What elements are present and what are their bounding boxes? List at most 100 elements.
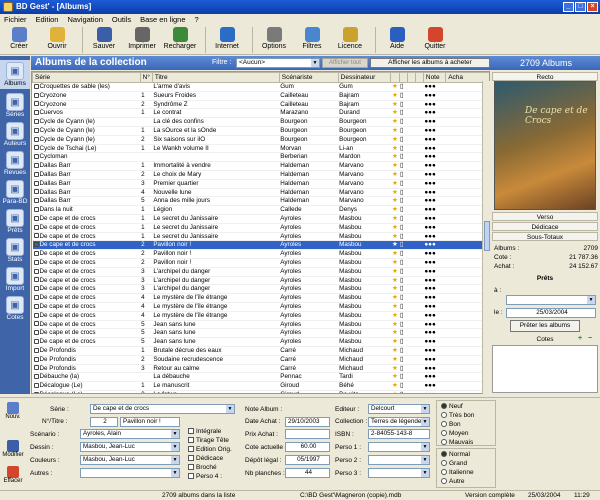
sidebar-item-7[interactable]: ▣ Import (6, 267, 24, 292)
table-row[interactable]: Dans la nuit1LégionCalledeDenys★▯●●●15 (32, 205, 489, 215)
format-radio-0[interactable]: Normal (441, 451, 470, 458)
integrale-checkbox[interactable]: Intégrale (188, 428, 221, 435)
toolbar-button-8[interactable]: Licence (333, 25, 367, 50)
etat-radio-3[interactable]: Moyen (441, 430, 469, 437)
table-row[interactable]: De cape et de crocs 5 Jean sans lune Ayrole… (32, 337, 489, 347)
table-row[interactable]: Dallas Barr 2 Le choix de Mary Haldeman Marv… (32, 170, 489, 180)
tab-recto[interactable]: Recto (492, 72, 598, 81)
perso4-checkbox[interactable]: Perso 4 : (188, 473, 222, 480)
column-icon-header[interactable] (390, 72, 400, 83)
table-row[interactable]: Cuervos1Le contratMarazanoDurand★▯●●●18 (32, 108, 489, 119)
perso3-select[interactable]: ▼ (368, 468, 430, 478)
perso1-select[interactable]: ▼ (368, 442, 430, 452)
lend-albums-button[interactable]: Prêter les albums (510, 320, 580, 332)
column-icon-header[interactable] (406, 72, 416, 83)
show-albums-to-buy-button[interactable]: Afficher les albums à acheter (370, 58, 490, 68)
column-icon-header[interactable] (398, 72, 408, 83)
new-button[interactable]: Nouv. (2, 402, 24, 420)
sidebar-item-8[interactable]: ▣ Cotes (6, 296, 24, 321)
table-row[interactable]: Cryozone 1 Sueurs Froides Cailleteau Bajram ★… (32, 91, 489, 101)
dessin-select[interactable]: Masbou, Jean-Luc ▼ (80, 442, 180, 452)
table-row[interactable]: Cycle de Cyann (le) 1 La sOurce et la sOnd… (32, 126, 489, 136)
etat-radio-0[interactable]: Neuf (441, 403, 463, 410)
tab-dedicace[interactable]: Dédicace (492, 222, 598, 231)
table-row[interactable]: De cape et de crocs 2 Pavillon noir ! Ayrol… (32, 249, 489, 259)
table-row[interactable]: Cycle de Tschai (Le) 1 Le Wankh volume II M… (32, 144, 489, 154)
menu-item-4[interactable]: Base en ligne (140, 14, 185, 25)
depot-legal-field[interactable]: 05/1997 (285, 455, 330, 465)
menu-item-2[interactable]: Navigation (67, 14, 102, 25)
delete-button[interactable]: Effacer (2, 466, 24, 484)
toolbar-button-9[interactable]: Aide (380, 25, 414, 50)
toolbar-button-2[interactable]: Sauver (87, 25, 121, 50)
table-row[interactable]: De cape et de crocs 3 L'archipel du danger… (32, 284, 489, 295)
column-header[interactable]: N° (139, 72, 153, 83)
album-title-field[interactable]: Pavillon noir ! (120, 417, 180, 427)
toolbar-button-5[interactable]: Internet (210, 25, 244, 50)
sidebar-item-5[interactable]: ▣ Prêts (6, 209, 24, 234)
sidebar-item-4[interactable]: ▣ Para-BD (3, 180, 27, 205)
format-radio-1[interactable]: Grand (441, 460, 467, 467)
sidebar-item-3[interactable]: ▣ Revues (4, 151, 26, 176)
table-row[interactable]: De cape et de crocs 3 L'archipel du danger… (32, 276, 489, 286)
perso2-select[interactable]: ▼ (368, 455, 430, 465)
menu-item-3[interactable]: Outils (112, 14, 131, 25)
menu-item-5[interactable]: ? (195, 14, 199, 25)
column-header[interactable]: Scénariste (278, 72, 339, 83)
tab-sous-totaux[interactable]: Sous-Totaux (492, 232, 598, 241)
table-row[interactable]: Croquettes de sable (les) L'arme d'avis Gu… (32, 82, 489, 92)
broche-checkbox[interactable]: Broché (188, 464, 217, 471)
add-cote-icon[interactable]: + (578, 335, 582, 342)
sidebar-item-1[interactable]: ▣ Séries (6, 93, 24, 118)
table-row[interactable]: Dallas Barr 4 Nouvelle lune Haldeman Marvano… (32, 188, 489, 198)
table-row[interactable]: Débauche (la) La débauche Pennac Tardi ★ ▯ ●●●… (32, 372, 489, 383)
format-radio-3[interactable]: Autre (441, 478, 465, 485)
toolbar-button-7[interactable]: Filtres (295, 25, 329, 50)
tab-verso[interactable]: Verso (492, 212, 598, 221)
table-row[interactable]: Dallas Barr 1 Immortalité à vendre Haldeman… (32, 161, 489, 171)
sidebar-item-6[interactable]: ▣ Stats (6, 238, 24, 263)
couleurs-select[interactable]: Masbou, Jean-Luc ▼ (80, 455, 180, 465)
menu-item-0[interactable]: Fichier (4, 14, 27, 25)
toolbar-button-0[interactable]: Créer (2, 25, 36, 50)
table-row[interactable]: Dallas Barr 3 Premier quartier Haldeman Marv… (32, 179, 489, 189)
etat-radio-1[interactable]: Très bon (441, 412, 474, 419)
column-header[interactable]: Dessinateur (337, 72, 392, 83)
show-all-button[interactable]: Afficher tout (322, 58, 368, 68)
minimize-button[interactable]: _ (563, 2, 574, 12)
table-row[interactable]: De cape et de crocs 5 Jean sans lune Ayrole… (32, 328, 489, 339)
nb-planches-field[interactable]: 44 (285, 468, 330, 478)
column-header[interactable]: Note (422, 72, 447, 83)
table-row[interactable]: De cape et de crocs 1 Le secret du Janissa… (32, 223, 489, 233)
scenario-select[interactable]: Ayroles, Alain ▼ (80, 429, 180, 439)
table-row[interactable]: Cycle de Cyann (le) 2 Six saisons sur ilO B… (32, 135, 489, 145)
date-achat-field[interactable]: 29/10/2003 (285, 417, 330, 427)
table-row[interactable]: De Profondis 3 Retour au calme Carré Michaud… (32, 364, 489, 374)
table-row[interactable]: Décalogue (Le) 2La fatwaGiroudDe vita★▯ ●●… (32, 390, 489, 393)
table-row[interactable]: De Profondis 2 Soudaine recrudescence Carré… (32, 355, 489, 365)
grid-scrollbar[interactable] (482, 81, 490, 394)
column-icon-header[interactable] (414, 72, 424, 83)
edition-orig-checkbox[interactable]: Edition Orig. (188, 446, 232, 453)
remove-cote-icon[interactable]: − (588, 335, 592, 342)
table-row[interactable]: De cape et de crocs 2 Pavillon noir ! Ayrol… (32, 258, 489, 268)
table-row[interactable]: De cape et de crocs 1 Le secret du Janissa… (32, 214, 489, 224)
table-row[interactable]: Cycle de Cyann (le) La clé des confins Bou… (32, 117, 489, 127)
dedicace-checkbox[interactable]: Dédicace (188, 455, 223, 462)
column-header[interactable]: Série (32, 72, 141, 83)
toolbar-button-10[interactable]: Quitter (418, 25, 452, 50)
column-header[interactable]: Titre (151, 72, 280, 83)
toolbar-button-6[interactable]: Options (257, 25, 291, 50)
album-number-field[interactable]: 2 (90, 417, 118, 427)
table-row[interactable]: Décalogue (Le) 1 Le manuscrit Giroud Béhé ★ ▯ ●… (32, 381, 489, 391)
close-button[interactable]: × (587, 2, 598, 12)
modify-button[interactable]: Modifier (2, 440, 24, 458)
format-radio-2[interactable]: Italienne (441, 469, 474, 476)
isbn-field[interactable]: 2-84055-143-8 (368, 429, 430, 439)
cote-actuelle-field[interactable]: 60.00 (285, 442, 330, 452)
sidebar-item-2[interactable]: ▣ Auteurs (4, 122, 26, 147)
sidebar-item-0[interactable]: ▣ Albums (0, 60, 30, 89)
maximize-button[interactable]: □ (575, 2, 586, 12)
table-row[interactable]: CyclomanBerberianMardon★▯●●●15 (32, 152, 489, 163)
table-row[interactable]: De cape et de crocs 4 Le mystère de l'île … (32, 302, 489, 312)
